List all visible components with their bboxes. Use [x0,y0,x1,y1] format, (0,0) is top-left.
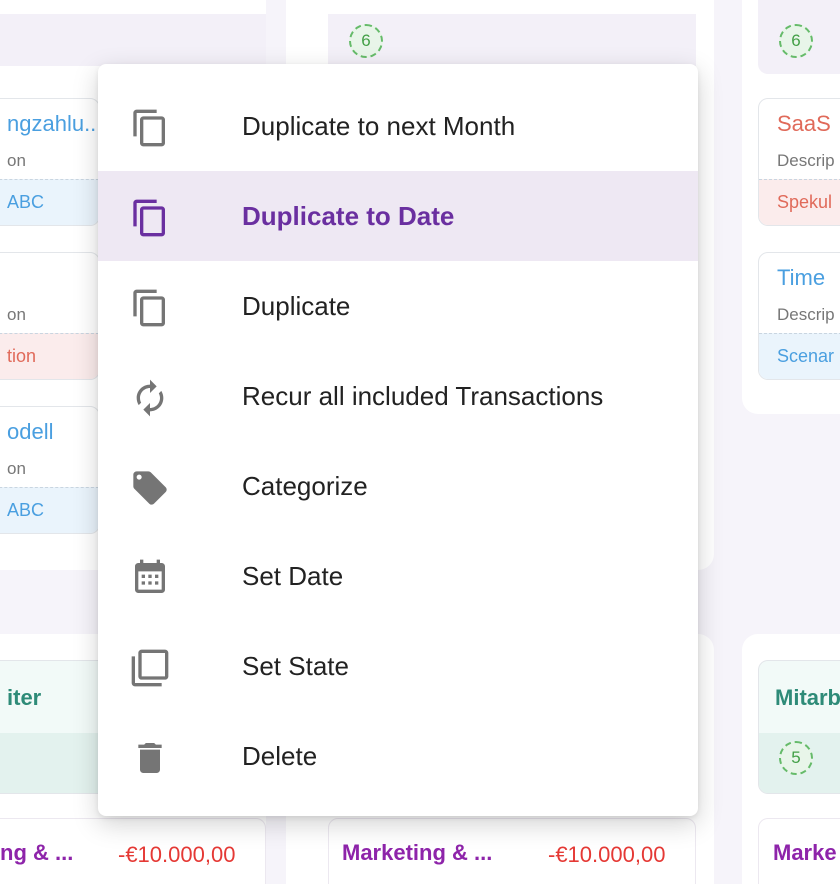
menu-item-set-state[interactable]: Set State [98,621,698,711]
card-title: ngzahlu... [7,111,100,136]
group-title: Mitarb [775,685,840,710]
footer-category-label: Marketing & ... [342,840,493,865]
menu-item-label: Set State [242,650,349,681]
calendar-icon [130,558,170,598]
card-tag: ABC [0,487,99,533]
card-title: Time [777,265,826,290]
footer-category-label: Marke [773,840,837,865]
menu-item-label: Delete [242,740,318,771]
card-tag: tion [0,333,99,379]
transaction-card[interactable]: SaaS Descrip Spekul [758,98,840,226]
column-header-strip [328,14,696,66]
stacked-squares-icon [130,648,170,688]
menu-item-label: Duplicate [242,290,351,321]
card-description: Descrip [777,151,835,170]
card-description: Descrip [777,305,835,324]
group-title: iter [7,685,42,710]
copy-icon [130,108,170,148]
menu-item-delete[interactable]: Delete [98,711,698,801]
transaction-card[interactable]: on tion [0,252,100,380]
menu-item-recur-transactions[interactable]: Recur all included Transactions [98,351,698,441]
card-tag: Spekul [759,179,840,225]
context-menu: Duplicate to next Month Duplicate to Dat… [98,64,698,816]
transaction-card[interactable]: Time Descrip Scenar [758,252,840,380]
tag-icon [130,468,170,508]
footer-amount: -€10.000,00 [548,842,666,867]
menu-item-duplicate[interactable]: Duplicate [98,261,698,351]
card-title: odell [7,419,54,444]
footer-amount: -€10.000,00 [118,842,236,867]
menu-item-duplicate-next-month[interactable]: Duplicate to next Month [98,81,698,171]
transaction-card[interactable]: ngzahlu... on ABC [0,98,100,226]
menu-item-categorize[interactable]: Categorize [98,441,698,531]
column-header-strip [0,14,266,66]
count-badge: 6 [349,24,383,58]
count-badge: 5 [779,741,813,775]
card-description: on [7,305,26,324]
card-description: on [7,151,26,170]
menu-item-duplicate-to-date[interactable]: Duplicate to Date [98,171,698,261]
copy-icon [130,288,170,328]
trash-icon [130,738,170,778]
menu-item-label: Recur all included Transactions [242,380,604,411]
card-tag: Scenar [759,333,840,379]
footer-category-label: ng & ... [0,840,74,865]
card-tag: ABC [0,179,99,225]
menu-item-label: Duplicate to next Month [242,110,516,141]
transaction-card[interactable]: odell on ABC [0,406,100,534]
menu-item-label: Categorize [242,470,368,501]
menu-item-label: Duplicate to Date [242,200,455,231]
card-title: SaaS [777,111,831,136]
refresh-icon [130,378,170,418]
card-description: on [7,459,26,478]
menu-item-label: Set Date [242,560,344,591]
count-badge: 6 [779,24,813,58]
menu-item-set-date[interactable]: Set Date [98,531,698,621]
copy-icon [130,198,170,238]
